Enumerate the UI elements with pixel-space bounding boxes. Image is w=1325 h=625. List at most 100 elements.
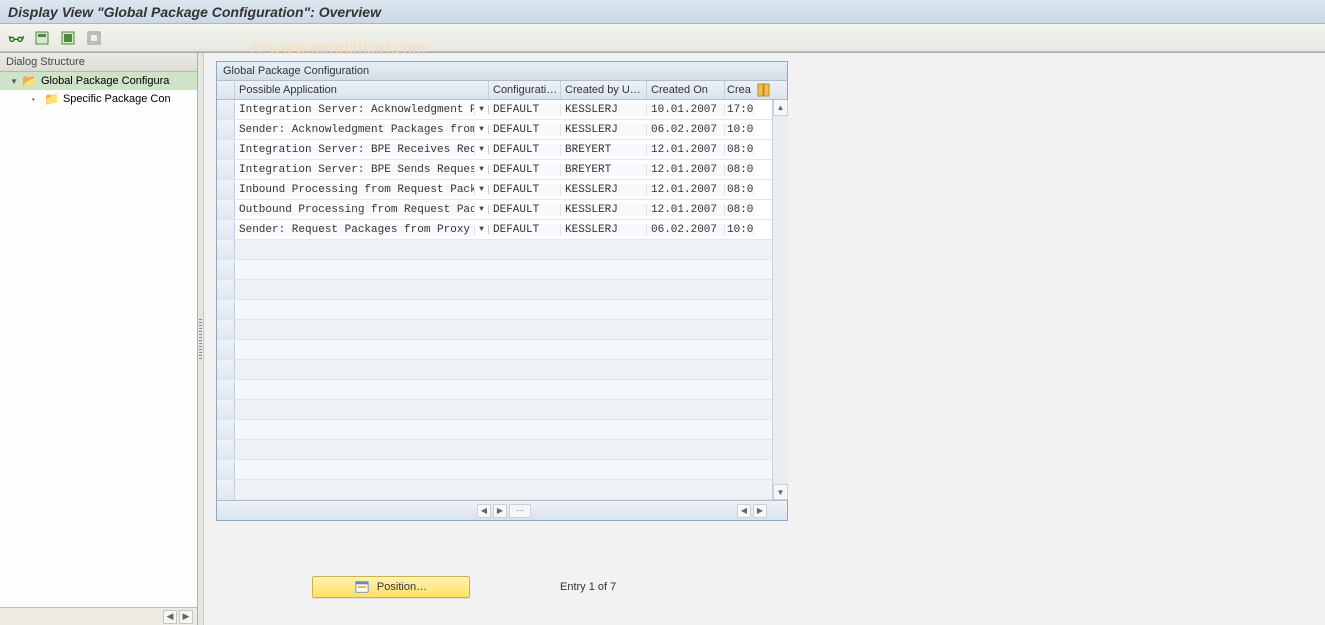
table-row-empty	[217, 460, 787, 480]
row-selector	[217, 380, 235, 399]
cell-application[interactable]: Inbound Processing from Request Packa…	[235, 184, 475, 196]
cell-application[interactable]: Integration Server: BPE Sends Request…	[235, 164, 475, 176]
scroll-left-icon[interactable]: ◀	[163, 610, 177, 624]
dropdown-icon[interactable]: ▼	[475, 145, 489, 154]
table-row[interactable]: Inbound Processing from Request Packa…▼D…	[217, 180, 787, 200]
cell-created-by: KESSLERJ	[561, 124, 647, 136]
col-possible-application[interactable]: Possible Application	[235, 81, 489, 99]
cell-application[interactable]: Sender: Acknowledgment Packages from …	[235, 124, 475, 136]
cell-application[interactable]: Integration Server: Acknowledgment Pa…	[235, 104, 475, 116]
table-row-empty	[217, 400, 787, 420]
scroll-right-icon[interactable]: ▶	[493, 504, 507, 518]
col-created-on[interactable]: Created On	[647, 81, 725, 99]
dropdown-icon[interactable]: ▼	[475, 185, 489, 194]
cell-created-on: 06.02.2007	[647, 124, 725, 136]
grid-footer: ◀ ▶ ⋯ ◀ ▶	[217, 500, 787, 520]
cell-application[interactable]: Integration Server: BPE Receives Requ…	[235, 144, 475, 156]
cell-created-on: 12.01.2007	[647, 144, 725, 156]
sidebar-hscroll: ◀ ▶	[0, 607, 197, 625]
cell-created-by: BREYERT	[561, 144, 647, 156]
position-button-label: Position…	[377, 581, 427, 593]
dropdown-icon[interactable]: ▼	[475, 125, 489, 134]
cell-application[interactable]: Sender: Request Packages from Proxy t…	[235, 224, 475, 236]
select-block-icon[interactable]	[32, 28, 52, 48]
table-row[interactable]: Integration Server: BPE Receives Requ…▼D…	[217, 140, 787, 160]
cell-created-on: 06.02.2007	[647, 224, 725, 236]
table-row-empty	[217, 380, 787, 400]
scroll-right-icon[interactable]: ▶	[753, 504, 767, 518]
scroll-right-icon[interactable]: ▶	[179, 610, 193, 624]
cell-configuration[interactable]: DEFAULT	[489, 144, 561, 156]
table-row[interactable]: Integration Server: Acknowledgment Pa…▼D…	[217, 100, 787, 120]
glasses-icon[interactable]	[6, 28, 26, 48]
dialog-structure-sidebar: Dialog Structure ▼ 📂 Global Package Conf…	[0, 53, 198, 625]
cell-created-by: KESSLERJ	[561, 204, 647, 216]
scroll-down-icon[interactable]: ▼	[773, 484, 788, 500]
row-selector[interactable]	[217, 100, 235, 119]
dropdown-icon[interactable]: ▼	[475, 165, 489, 174]
cell-configuration[interactable]: DEFAULT	[489, 164, 561, 176]
row-selector[interactable]	[217, 220, 235, 239]
dropdown-icon[interactable]: ▼	[475, 105, 489, 114]
cell-configuration[interactable]: DEFAULT	[489, 104, 561, 116]
row-selector	[217, 320, 235, 339]
chevron-down-icon[interactable]: ▼	[10, 77, 18, 86]
dropdown-icon[interactable]: ▼	[475, 225, 489, 234]
scroll-left-icon[interactable]: ◀	[737, 504, 751, 518]
grid-vscroll[interactable]: ▲ ▼	[772, 100, 788, 500]
cell-application[interactable]: Outbound Processing from Request Pack…	[235, 204, 475, 216]
col-configuration[interactable]: Configurati…	[489, 81, 561, 99]
position-icon	[355, 580, 369, 594]
row-selector	[217, 440, 235, 459]
row-selector[interactable]	[217, 180, 235, 199]
main-split: Dialog Structure ▼ 📂 Global Package Conf…	[0, 52, 1325, 625]
column-config-icon[interactable]	[755, 81, 773, 99]
table-row[interactable]: Outbound Processing from Request Pack…▼D…	[217, 200, 787, 220]
row-selector	[217, 360, 235, 379]
table-row-empty	[217, 360, 787, 380]
row-selector	[217, 400, 235, 419]
cell-configuration[interactable]: DEFAULT	[489, 224, 561, 236]
cell-configuration[interactable]: DEFAULT	[489, 204, 561, 216]
row-selector[interactable]	[217, 140, 235, 159]
tree-bullet-icon: •	[32, 95, 40, 104]
row-selector	[217, 460, 235, 479]
table-row-empty	[217, 480, 787, 500]
row-selector[interactable]	[217, 160, 235, 179]
scroll-left-icon[interactable]: ◀	[477, 504, 491, 518]
scroll-config-icon[interactable]: ⋯	[509, 504, 531, 518]
row-selector	[217, 340, 235, 359]
tree-item-specific-package[interactable]: • 📁 Specific Package Con	[0, 90, 197, 108]
row-selector[interactable]	[217, 200, 235, 219]
dropdown-icon[interactable]: ▼	[475, 205, 489, 214]
folder-closed-icon: 📁	[44, 92, 59, 106]
folder-open-icon: 📂	[22, 74, 37, 88]
row-selector	[217, 420, 235, 439]
cell-created-on: 12.01.2007	[647, 204, 725, 216]
row-selector[interactable]	[217, 120, 235, 139]
table-row-empty	[217, 240, 787, 260]
position-button[interactable]: Position…	[312, 576, 470, 598]
row-selector	[217, 300, 235, 319]
cell-created-by: KESSLERJ	[561, 184, 647, 196]
table-row-empty	[217, 320, 787, 340]
tree-item-global-package[interactable]: ▼ 📂 Global Package Configura	[0, 72, 197, 90]
select-all-icon[interactable]	[58, 28, 78, 48]
grid-footer-bar: Position… Entry 1 of 7	[200, 576, 800, 598]
table-row[interactable]: Integration Server: BPE Sends Request…▼D…	[217, 160, 787, 180]
col-created-time[interactable]: Crea	[725, 81, 755, 99]
cell-created-time: 08:0	[725, 204, 755, 216]
table-row[interactable]: Sender: Request Packages from Proxy t…▼D…	[217, 220, 787, 240]
row-selector	[217, 240, 235, 259]
cell-created-time: 10:0	[725, 124, 755, 136]
cell-created-time: 17:0	[725, 104, 755, 116]
cell-configuration[interactable]: DEFAULT	[489, 184, 561, 196]
col-created-by[interactable]: Created by U…	[561, 81, 647, 99]
col-row-selector	[217, 81, 235, 99]
cell-created-time: 08:0	[725, 144, 755, 156]
scroll-up-icon[interactable]: ▲	[773, 100, 788, 116]
deselect-all-icon[interactable]	[84, 28, 104, 48]
cell-configuration[interactable]: DEFAULT	[489, 124, 561, 136]
grid-title: Global Package Configuration	[217, 62, 787, 81]
table-row[interactable]: Sender: Acknowledgment Packages from …▼D…	[217, 120, 787, 140]
